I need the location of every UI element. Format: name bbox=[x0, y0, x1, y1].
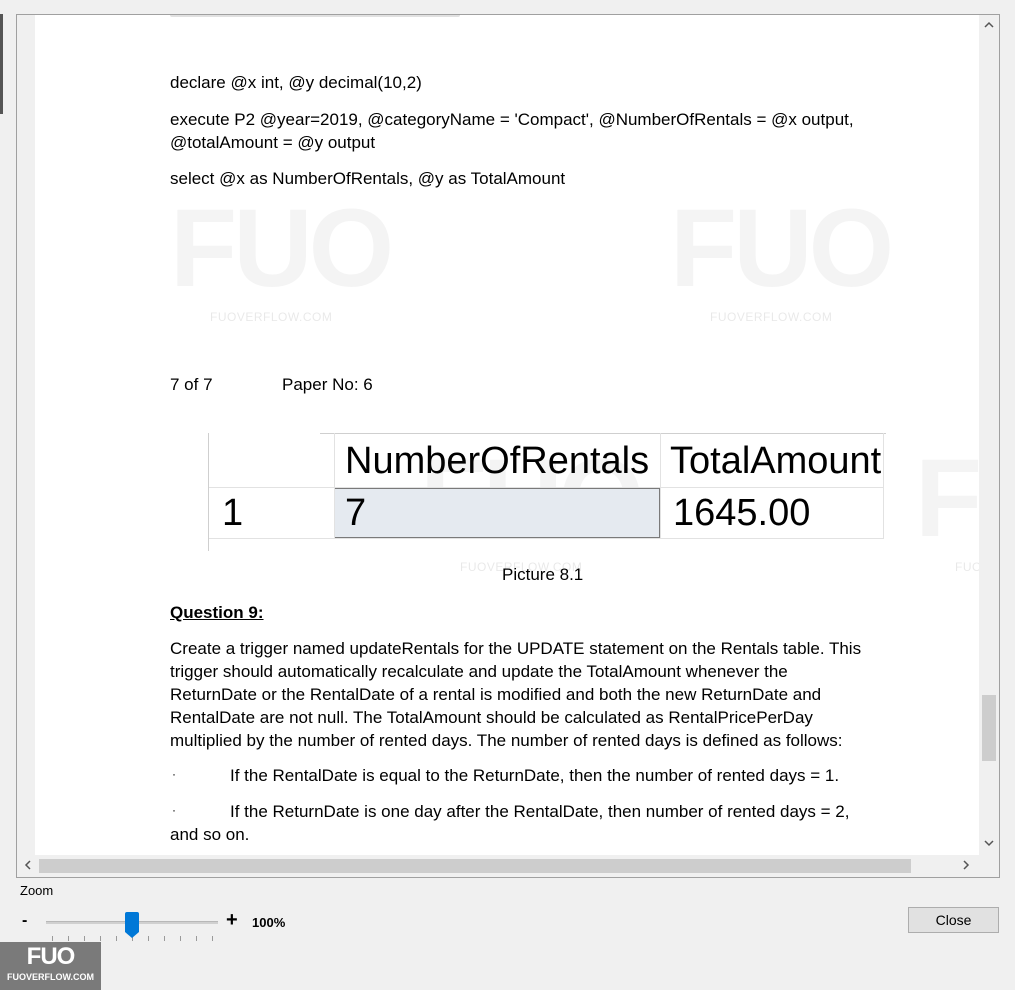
code-line: @totalAmount = @y output bbox=[170, 133, 376, 152]
cropped-text-line bbox=[170, 15, 460, 17]
zoom-out-icon[interactable]: - bbox=[22, 912, 27, 930]
grid-line bbox=[208, 433, 209, 551]
zoom-label: Zoom bbox=[20, 883, 54, 898]
zoom-in-icon[interactable]: + bbox=[226, 909, 238, 932]
slider-tick bbox=[196, 936, 197, 941]
close-button[interactable]: Close bbox=[908, 907, 999, 933]
chevron-down-icon[interactable] bbox=[982, 837, 996, 851]
horizontal-scrollbar[interactable] bbox=[17, 855, 981, 877]
selected-cell bbox=[334, 488, 660, 538]
grid-line bbox=[334, 433, 335, 539]
slider-tick bbox=[52, 936, 53, 941]
row-number: 1 bbox=[222, 492, 244, 534]
question-text-line: trigger should automatically recalculate… bbox=[170, 662, 788, 681]
slider-tick bbox=[148, 936, 149, 941]
watermark-site: FUOVERFLOW.COM bbox=[210, 310, 333, 324]
document-viewer[interactable]: FUO FUO FUO FUO FUOVERFLOW.COM FUOVERFLO… bbox=[16, 14, 1000, 878]
slider-tick bbox=[100, 936, 101, 941]
watermark-logo: FUO bbox=[170, 185, 394, 312]
question-title: Question 9: bbox=[170, 603, 264, 622]
bullet-text: If the ReturnDate is one day after the R… bbox=[230, 802, 850, 821]
slider-tick bbox=[212, 936, 213, 941]
code-line: execute P2 @year=2019, @categoryName = '… bbox=[170, 110, 854, 129]
question-text-line: ReturnDate or the RentalDate of a rental… bbox=[170, 685, 822, 704]
zoom-value: 100% bbox=[252, 915, 286, 930]
slider-tick bbox=[180, 936, 181, 941]
zoom-slider-thumb[interactable] bbox=[125, 912, 139, 938]
grid-line bbox=[660, 433, 661, 539]
slider-tick bbox=[164, 936, 165, 941]
watermark-site: FUOVERFLOW.COM bbox=[710, 310, 833, 324]
page-number: 7 of 7 bbox=[170, 375, 213, 394]
vertical-scroll-thumb[interactable] bbox=[982, 695, 996, 761]
chevron-left-icon[interactable] bbox=[21, 858, 35, 874]
slider-tick bbox=[84, 936, 85, 941]
result-grid: NumberOfRentals TotalAmount 1 7 1645.00 bbox=[208, 433, 884, 551]
code-line: declare @x int, @y decimal(10,2) bbox=[170, 73, 422, 92]
bullet-icon: · bbox=[172, 767, 176, 781]
question-text-line: Create a trigger named updateRentals for… bbox=[170, 639, 862, 658]
question-text-line: RentalDate are not null. The TotalAmount… bbox=[170, 708, 813, 727]
bullet-text: If the RentalDate is equal to the Return… bbox=[230, 766, 840, 785]
document-page: FUO FUO FUO FUO FUOVERFLOW.COM FUOVERFLO… bbox=[35, 15, 993, 857]
watermark-logo: FUO bbox=[670, 185, 894, 312]
horizontal-scroll-thumb[interactable] bbox=[39, 859, 911, 873]
slider-tick bbox=[68, 936, 69, 941]
column-header: TotalAmount bbox=[670, 440, 882, 482]
column-header: NumberOfRentals bbox=[345, 440, 650, 482]
table-cell: 7 bbox=[345, 492, 367, 534]
logo-site: FUOVERFLOW.COM bbox=[7, 972, 94, 982]
chevron-right-icon[interactable] bbox=[959, 858, 973, 874]
code-line: select @x as NumberOfRentals, @y as Tota… bbox=[170, 169, 566, 188]
vertical-scrollbar[interactable] bbox=[979, 15, 999, 857]
window-edge bbox=[0, 14, 3, 114]
bullet-text: and so on. bbox=[170, 825, 250, 844]
question-text-line: multiplied by the number of rented days.… bbox=[170, 731, 843, 750]
logo-text: FUO bbox=[26, 943, 76, 970]
figure-caption: Picture 8.1 bbox=[502, 565, 584, 584]
fuoverflow-logo: FUO FUOVERFLOW.COM bbox=[0, 942, 101, 990]
table-cell: 1645.00 bbox=[673, 492, 811, 534]
slider-tick bbox=[116, 936, 117, 941]
grid-line bbox=[883, 433, 884, 539]
result-table-image: NumberOfRentals TotalAmount 1 7 1645.00 bbox=[192, 433, 886, 551]
chevron-up-icon[interactable] bbox=[982, 19, 996, 33]
bullet-icon: · bbox=[172, 803, 176, 817]
paper-number: Paper No: 6 bbox=[282, 375, 373, 394]
grid-line bbox=[208, 487, 884, 488]
grid-line bbox=[208, 538, 884, 539]
